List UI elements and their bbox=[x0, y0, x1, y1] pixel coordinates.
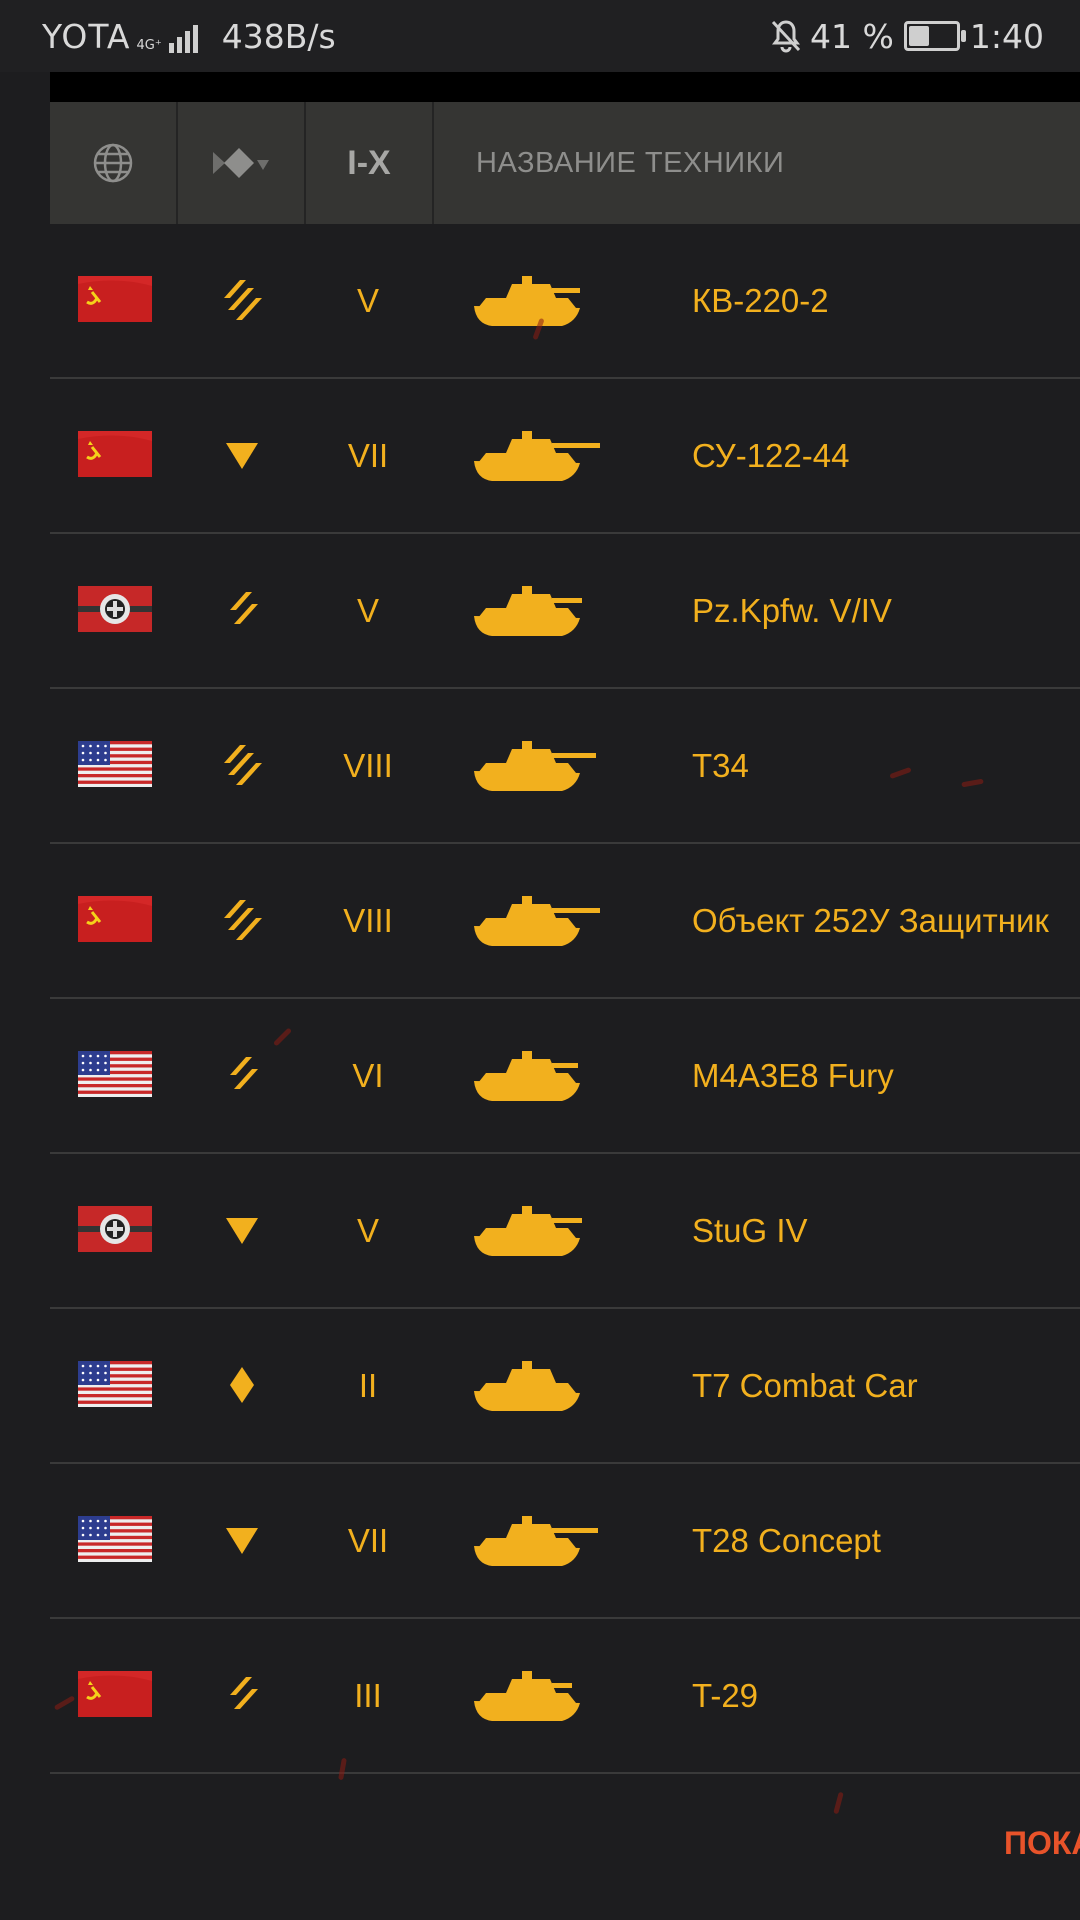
vehicle-tier: VI bbox=[352, 1057, 384, 1094]
vehicle-tier: V bbox=[356, 592, 379, 629]
vehicle-tier: II bbox=[358, 1367, 378, 1404]
heavy-tank-icon bbox=[218, 741, 266, 789]
nation-flag-usa-icon bbox=[78, 1516, 152, 1562]
vehicle-name: StuG IV bbox=[692, 1212, 808, 1249]
notifications-muted-icon bbox=[771, 20, 801, 53]
battery-icon bbox=[903, 21, 966, 51]
vehicle-silhouette-icon bbox=[472, 1351, 622, 1421]
nation-filter-button[interactable] bbox=[50, 102, 178, 224]
vehicle-name: M4A3E8 Fury bbox=[692, 1057, 894, 1094]
nation-flag-ussr-icon bbox=[78, 276, 152, 322]
vehicle-tier: VIII bbox=[343, 747, 393, 784]
vehicle-row[interactable]: VII СУ-122-44 bbox=[50, 379, 1080, 534]
nation-flag-usa-icon bbox=[78, 1051, 152, 1097]
heavy-tank-icon bbox=[218, 896, 266, 944]
nation-flag-ussr-icon bbox=[78, 1671, 152, 1717]
tier-filter-button[interactable]: I-X bbox=[306, 102, 434, 224]
tank-destroyer-icon bbox=[218, 431, 266, 479]
vehicle-silhouette-icon bbox=[472, 1196, 622, 1266]
vehicle-row[interactable]: VII T28 Concept bbox=[50, 1464, 1080, 1619]
vehicle-tier: V bbox=[356, 282, 379, 319]
nation-flag-usa-icon bbox=[78, 741, 152, 787]
vehicle-class-filter-button[interactable] bbox=[178, 102, 306, 224]
vehicle-name: T-29 bbox=[692, 1677, 759, 1714]
show-more-button[interactable]: ПОКА bbox=[1004, 1825, 1080, 1862]
vehicle-silhouette-icon bbox=[472, 731, 622, 801]
filter-header: I-X НАЗВАНИЕ ТЕХНИКИ bbox=[50, 102, 1080, 224]
network-speed-label: 438B/s bbox=[221, 16, 336, 56]
nation-flag-ussr-icon bbox=[78, 896, 152, 942]
battery-percent: 41 % bbox=[810, 16, 894, 56]
top-strip bbox=[50, 72, 1080, 102]
vehicle-name: T34 bbox=[692, 747, 749, 784]
vehicle-row[interactable]: V Pz.Kpfw. V/IV bbox=[50, 534, 1080, 689]
tank-destroyer-icon bbox=[218, 1516, 266, 1564]
heavy-tank-icon bbox=[218, 276, 266, 324]
vehicle-name: T28 Concept bbox=[692, 1522, 881, 1559]
vehicle-row[interactable]: II T7 Combat Car bbox=[50, 1309, 1080, 1464]
vehicle-name: КВ-220-2 bbox=[692, 282, 829, 319]
vehicle-silhouette-icon bbox=[472, 421, 622, 491]
network-type-label: 4G⁺ bbox=[136, 38, 162, 53]
vehicle-list: V КВ-220-2 VII СУ-122-44 V Pz.Kpfw. V/IV VI… bbox=[50, 224, 1080, 1774]
vehicle-row[interactable]: VI M4A3E8 Fury bbox=[50, 999, 1080, 1154]
signal-icon: 4G⁺ bbox=[137, 19, 198, 53]
vehicle-row[interactable]: V КВ-220-2 bbox=[50, 224, 1080, 379]
vehicle-silhouette-icon bbox=[472, 886, 622, 956]
vehicle-silhouette-icon bbox=[472, 1041, 622, 1111]
nation-flag-germany-icon bbox=[78, 1206, 152, 1252]
light-tank-icon bbox=[218, 1361, 266, 1409]
vehicle-row[interactable]: V StuG IV bbox=[50, 1154, 1080, 1309]
vehicle-name-column-header[interactable]: НАЗВАНИЕ ТЕХНИКИ bbox=[434, 102, 1080, 224]
vehicle-tier: VII bbox=[347, 437, 389, 474]
nation-flag-ussr-icon bbox=[78, 431, 152, 477]
vehicle-name: Объект 252У Защитник bbox=[692, 902, 1049, 939]
vehicle-row[interactable]: III T-29 bbox=[50, 1619, 1080, 1774]
vehicle-name: Pz.Kpfw. V/IV bbox=[692, 592, 892, 629]
vehicle-silhouette-icon bbox=[472, 1661, 622, 1731]
vehicle-tier: VII bbox=[347, 1522, 389, 1559]
nation-flag-germany-icon bbox=[78, 586, 152, 632]
vehicle-row[interactable]: VIII Объект 252У Защитник bbox=[50, 844, 1080, 999]
vehicle-silhouette-icon bbox=[472, 576, 622, 646]
vehicle-silhouette-icon bbox=[472, 266, 622, 336]
status-bar: YOTA 4G⁺ 438B/s 41 % 1:40 bbox=[0, 0, 1080, 72]
carrier-label: YOTA bbox=[42, 16, 131, 56]
vehicle-name: СУ-122-44 bbox=[692, 437, 850, 474]
vehicle-silhouette-icon bbox=[472, 1506, 622, 1576]
globe-icon bbox=[93, 143, 133, 183]
medium-tank-icon bbox=[218, 586, 266, 634]
vehicle-tier: VIII bbox=[343, 902, 393, 939]
nation-flag-usa-icon bbox=[78, 1361, 152, 1407]
vehicle-tier: III bbox=[354, 1677, 382, 1714]
tank-destroyer-icon bbox=[218, 1206, 266, 1254]
clock: 1:40 bbox=[969, 16, 1044, 56]
vehicle-tier: V bbox=[356, 1212, 379, 1249]
vehicle-name: T7 Combat Car bbox=[692, 1367, 918, 1404]
medium-tank-icon bbox=[218, 1051, 266, 1099]
vehicle-row[interactable]: VIII T34 bbox=[50, 689, 1080, 844]
medium-tank-icon bbox=[218, 1671, 266, 1719]
vehicle-class-icon bbox=[213, 148, 269, 178]
